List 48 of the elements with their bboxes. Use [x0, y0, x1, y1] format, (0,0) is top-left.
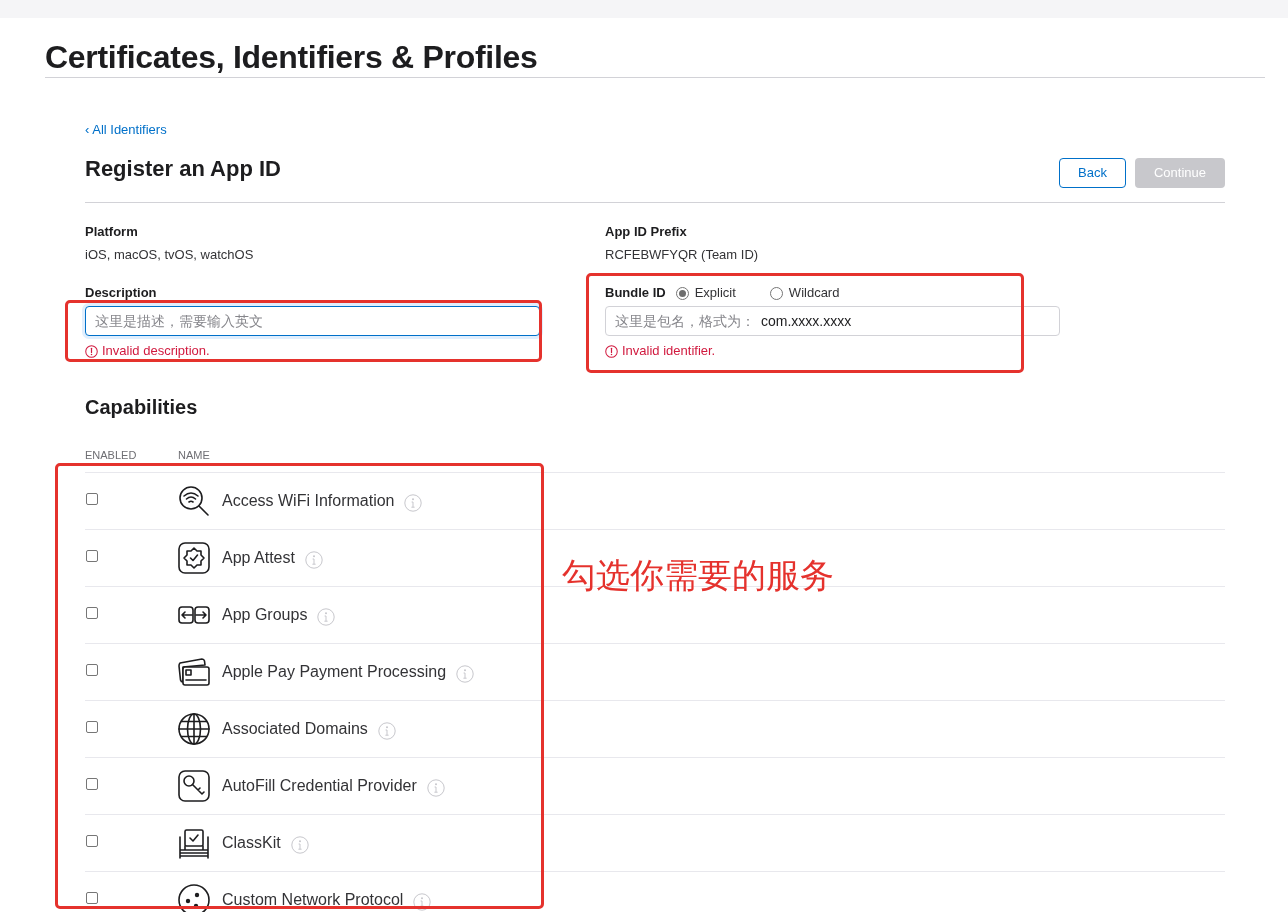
error-icon — [605, 344, 618, 358]
column-header: NAME — [178, 448, 210, 462]
radio-label: Wildcard — [788, 284, 840, 302]
error-message: Invalid identifier. — [622, 342, 716, 360]
section-title: Capabilities — [85, 395, 199, 420]
checkbox[interactable] — [86, 777, 98, 790]
page-title: Register an App ID — [85, 155, 281, 183]
arrows-squares-icon — [178, 606, 210, 624]
capability-name: Access WiFi Information — [222, 491, 395, 511]
error-icon — [85, 344, 98, 358]
description-input[interactable]: 这里是描述，需要输入英文 — [85, 306, 540, 336]
key-icon — [178, 770, 210, 802]
platform-value: iOS, macOS, tvOS, watchOS — [85, 246, 255, 264]
checkbox[interactable] — [86, 549, 98, 562]
checkbox[interactable] — [86, 492, 98, 505]
radio-button[interactable] — [675, 286, 689, 300]
capability-name: ClassKit — [222, 833, 281, 853]
column-header: ENABLED — [85, 448, 138, 462]
badge-check-icon — [178, 542, 210, 574]
annotation-note: 勾选你需要的服务 — [562, 555, 834, 596]
field-label: Description — [85, 284, 158, 302]
globe-icon — [178, 713, 210, 745]
checkbox[interactable] — [86, 891, 98, 904]
board-check-icon — [178, 827, 210, 859]
radio-button[interactable] — [769, 286, 783, 300]
site-title: Certificates, Identifiers & Profiles — [45, 18, 1265, 78]
checkbox[interactable] — [86, 606, 98, 619]
capability-name: AutoFill Credential Provider — [222, 776, 417, 796]
wifi-magnifier-icon — [178, 485, 210, 517]
error-message: Invalid description. — [102, 342, 210, 360]
capability-name: App Groups — [222, 605, 308, 625]
capability-name: Custom Network Protocol — [222, 890, 404, 910]
checkbox[interactable] — [86, 663, 98, 676]
app-id-prefix-value: RCFEBWFYQR (Team ID) — [605, 246, 760, 264]
bundle-id-input[interactable]: 这里是包名，格式为： com.xxxx.xxxx — [605, 306, 1060, 336]
checkbox[interactable] — [86, 834, 98, 847]
field-label: Platform — [85, 223, 139, 241]
field-label: App ID Prefix — [605, 223, 688, 241]
capability-name: Apple Pay Payment Processing — [222, 662, 447, 682]
radio-label: Explicit — [694, 284, 736, 302]
capability-name: App Attest — [222, 548, 295, 568]
field-label: Bundle ID — [605, 284, 666, 302]
info-icon[interactable] — [413, 892, 432, 911]
capability-name: Associated Domains — [222, 719, 368, 739]
checkbox[interactable] — [86, 720, 98, 733]
cards-icon — [178, 656, 210, 688]
all-identifiers-link[interactable]: ‹ All Identifiers — [85, 121, 167, 139]
back-button[interactable]: Back — [1059, 158, 1126, 188]
